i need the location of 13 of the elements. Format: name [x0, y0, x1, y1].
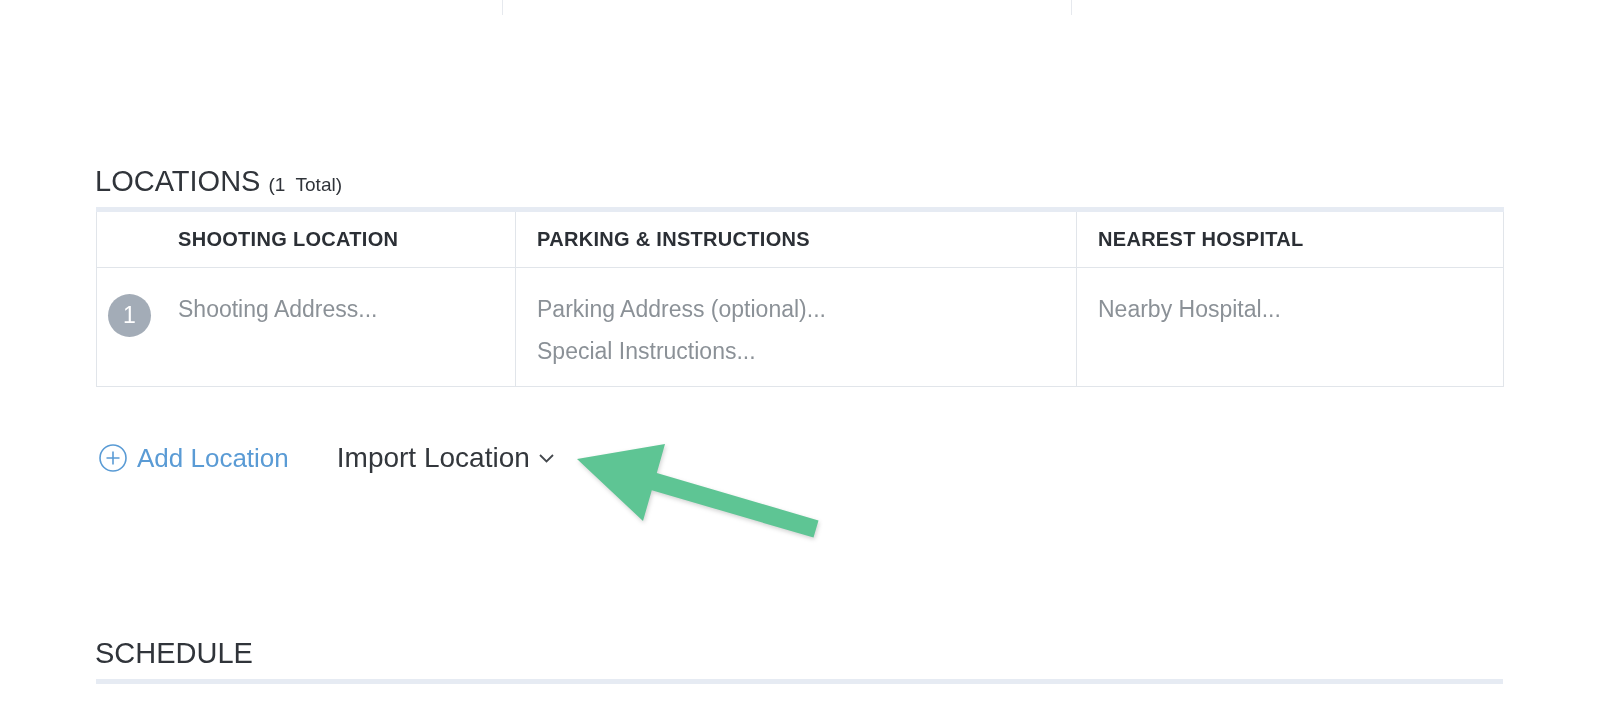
chevron-down-icon	[538, 453, 554, 463]
section-title: LOCATIONS	[95, 164, 261, 199]
parking-address-field[interactable]: Parking Address (optional)...	[537, 295, 1055, 323]
plus-circle-icon	[99, 444, 127, 472]
column-header: SHOOTING LOCATION	[96, 209, 516, 268]
special-instructions-field[interactable]: Special Instructions...	[537, 337, 1055, 365]
location-count: (1 Total)	[268, 173, 342, 197]
row-number: 1	[108, 294, 151, 337]
section-title: SCHEDULE	[95, 636, 253, 671]
shooting-address-field[interactable]: Shooting Address...	[178, 295, 494, 323]
column-header: NEAREST HOSPITAL	[1076, 209, 1504, 268]
import-location-dropdown[interactable]: Import Location	[336, 442, 554, 474]
column-header: PARKING & INSTRUCTIONS	[515, 209, 1077, 268]
